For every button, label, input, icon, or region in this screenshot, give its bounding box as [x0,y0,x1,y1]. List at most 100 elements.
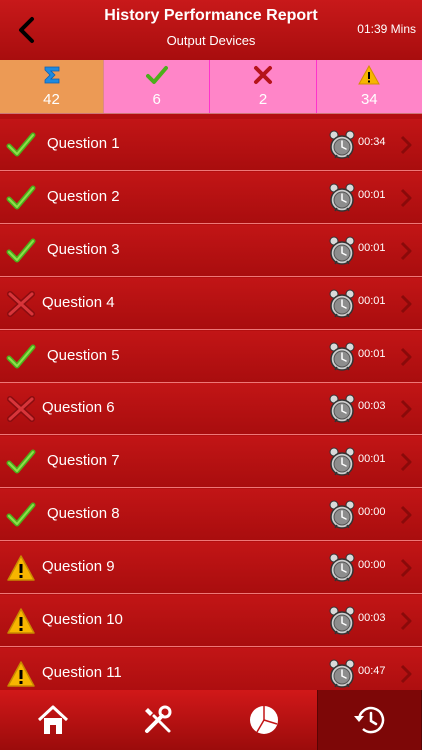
row-chevron[interactable] [400,294,412,314]
question-label: Question 7 [47,452,120,470]
clock [329,553,355,583]
question-time: 00:01 [358,241,386,254]
status-indicator [6,395,36,423]
warning-icon [7,608,35,634]
question-row[interactable]: Question 11 00:47 [0,647,422,690]
question-time: 00:01 [358,188,386,201]
question-time: 00:01 [358,294,386,307]
chevron-right-icon [400,135,412,155]
alarm-clock-icon [329,553,355,582]
row-chevron[interactable] [400,505,412,525]
question-row[interactable]: Question 1 00:34 [0,119,422,171]
row-chevron[interactable] [400,664,412,684]
clock [329,130,355,160]
question-row[interactable]: Question 10 00:03 [0,595,422,648]
tab-history[interactable] [316,690,422,750]
question-row[interactable]: Question 6 00:03 [0,383,422,436]
clock [329,342,355,372]
question-label: Question 2 [47,187,120,205]
row-chevron[interactable] [400,558,412,578]
clock [329,447,355,477]
question-row[interactable]: Question 4 00:01 [0,277,422,330]
correct-check-icon [6,449,36,474]
question-label: Question 6 [42,399,115,417]
correct-check-icon [6,344,36,369]
total-time: 01:39 Mins [357,22,416,36]
question-label: Question 3 [47,240,120,258]
warning-icon [7,661,35,687]
question-time: 00:00 [358,506,386,519]
alarm-clock-icon [329,659,355,688]
alarm-clock-icon [329,606,355,635]
chevron-right-icon [400,400,412,419]
check-icon [145,66,168,84]
correct-check-icon [6,185,36,210]
question-row[interactable]: Question 5 00:01 [0,330,422,383]
alarm-clock-icon [329,500,355,529]
row-chevron[interactable] [400,188,412,208]
tab-home[interactable] [0,690,106,750]
question-row[interactable]: Question 7 00:01 [0,436,422,489]
stat-total[interactable]: 42 [0,60,104,113]
question-row[interactable]: Question 9 00:00 [0,542,422,595]
warning-icon [7,555,35,581]
question-row[interactable]: Question 8 00:00 [0,489,422,542]
question-time: 00:34 [358,136,386,148]
clock [329,500,355,530]
stats-bar: 42 6 2 34 [0,60,422,114]
alarm-clock-icon [329,447,355,477]
stat-wrong[interactable]: 2 [210,60,317,113]
row-chevron[interactable] [400,399,412,419]
status-indicator [6,554,36,582]
question-label: Question 10 [42,611,123,629]
correct-check-icon [6,238,36,263]
correct-check-icon [6,132,36,157]
chevron-right-icon [400,611,412,631]
row-chevron[interactable] [400,611,412,631]
clock [329,183,355,213]
question-label: Question 11 [42,663,122,681]
status-indicator [6,290,36,318]
cross-icon [253,66,272,84]
tab-bar [0,690,422,750]
question-time: 00:03 [358,612,386,625]
status-indicator [6,184,36,212]
question-row[interactable]: Question 2 00:01 [0,171,422,224]
question-time: 00:01 [358,347,386,360]
question-label: Question 5 [47,346,120,364]
tab-tools[interactable] [106,690,212,750]
alarm-clock-icon [329,183,355,212]
row-chevron[interactable] [400,135,412,155]
status-indicator [6,660,36,688]
question-row[interactable]: Question 3 00:01 [0,224,422,277]
row-chevron[interactable] [400,347,412,367]
chevron-right-icon [400,664,412,683]
stat-unanswered-value: 34 [360,91,378,108]
sigma-icon [44,66,59,84]
row-chevron[interactable] [400,452,412,472]
row-chevron[interactable] [400,241,412,261]
question-time: 00:00 [358,559,386,572]
correct-check-icon [6,502,36,527]
stat-wrong-value: 2 [258,91,268,108]
question-time: 00:03 [358,400,386,413]
tools-icon [145,705,172,733]
chevron-right-icon [400,294,412,313]
warning-icon [358,65,381,85]
clock [329,606,355,636]
tab-statistics[interactable] [211,690,317,750]
alarm-clock-icon [329,394,355,424]
question-list: Question 1 00:34 Question 2 00:01 Question 3… [0,119,422,690]
header-bar: History Performance Report Output Device… [0,0,422,60]
question-label: Question 9 [42,558,115,576]
history-icon [354,706,385,734]
wrong-cross-icon [7,396,35,423]
question-time: 00:01 [358,453,386,466]
stat-correct[interactable]: 6 [104,60,211,113]
chevron-right-icon [400,188,412,207]
chevron-right-icon [400,559,412,578]
pie-chart-icon [249,706,278,734]
alarm-clock-icon [329,236,355,265]
alarm-clock-icon [329,342,355,371]
stat-unanswered[interactable]: 34 [316,60,422,113]
